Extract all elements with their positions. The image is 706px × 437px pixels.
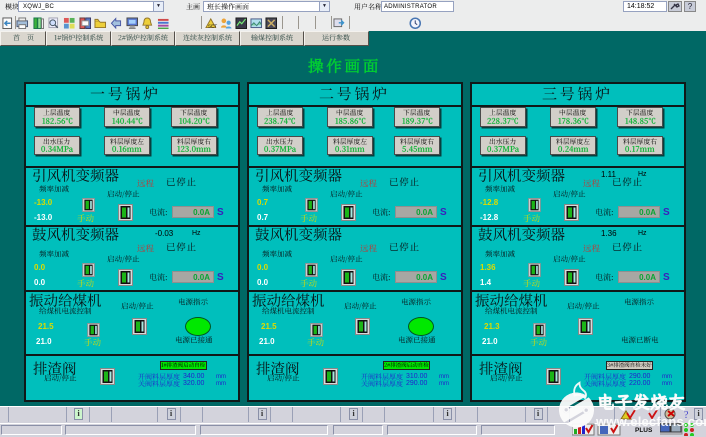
svg-text:SET: SET — [208, 23, 217, 29]
